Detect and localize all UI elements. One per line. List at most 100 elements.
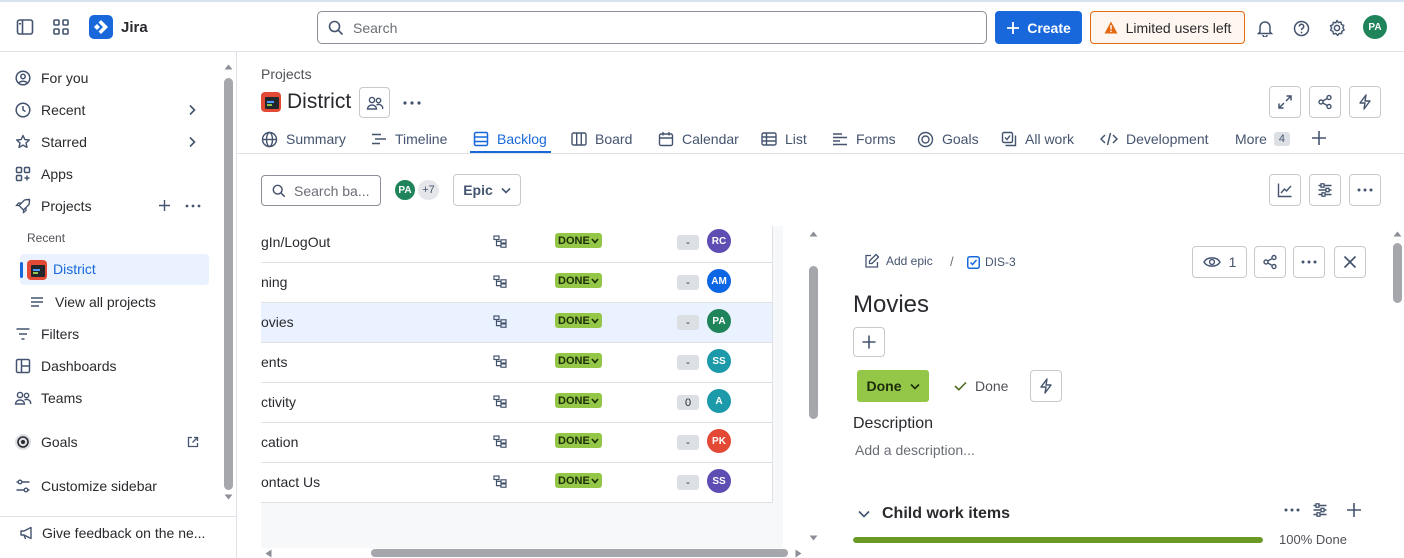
jira-logo[interactable]: Jira — [89, 15, 148, 39]
sidebar-item-dashboards[interactable]: Dashboards — [14, 352, 117, 380]
more-actions-button[interactable] — [1293, 246, 1325, 278]
external-link-icon[interactable] — [187, 436, 199, 448]
table-row[interactable]: ovies DONE - PA — [261, 303, 773, 343]
table-row[interactable]: ctivity DONE 0 A — [261, 383, 773, 423]
detail-scroll-thumb[interactable] — [1393, 243, 1402, 303]
insights-button[interactable] — [1269, 174, 1301, 206]
sidebar-item-district[interactable]: District — [20, 254, 209, 285]
tab-list[interactable]: List — [761, 128, 807, 150]
assignee-avatar[interactable]: SS — [707, 349, 731, 373]
create-button[interactable]: Create — [995, 11, 1082, 44]
estimate-badge[interactable]: - — [677, 435, 699, 450]
tab-all-work[interactable]: All work — [1001, 128, 1074, 150]
work-item-name[interactable]: ents — [261, 354, 287, 370]
estimate-badge[interactable]: - — [677, 355, 699, 370]
sidebar-item-teams[interactable]: Teams — [14, 384, 82, 412]
help-icon[interactable] — [1290, 17, 1312, 39]
work-item-title[interactable]: Movies — [853, 291, 929, 319]
assignee-avatar[interactable]: PK — [707, 429, 731, 453]
fullscreen-button[interactable] — [1269, 86, 1301, 118]
sidebar-toggle-icon[interactable] — [14, 16, 36, 38]
child-items-hierarchy-icon[interactable] — [493, 315, 507, 328]
work-item-name[interactable]: gIn/LogOut — [261, 234, 330, 250]
child-items-hierarchy-icon[interactable] — [493, 435, 507, 448]
work-item-name[interactable]: ovies — [261, 314, 294, 330]
tab-summary[interactable]: Summary — [261, 128, 346, 150]
scroll-right-arrow-icon[interactable] — [795, 549, 802, 558]
scroll-left-arrow-icon[interactable] — [265, 549, 272, 558]
share-button[interactable] — [1309, 86, 1341, 118]
settings-gear-icon[interactable] — [1326, 17, 1348, 39]
child-items-hierarchy-icon[interactable] — [493, 355, 507, 368]
estimate-badge[interactable]: - — [677, 275, 699, 290]
give-feedback-button[interactable]: Give feedback on the ne... — [18, 519, 205, 547]
list-scroll-thumb[interactable] — [809, 266, 818, 419]
add-project-plus-icon[interactable] — [158, 199, 171, 212]
description-field[interactable]: Add a description... — [855, 442, 975, 458]
sidebar-item-apps[interactable]: Apps — [14, 160, 73, 188]
global-search-input[interactable]: Search — [317, 11, 987, 44]
child-items-hierarchy-icon[interactable] — [493, 235, 507, 248]
status-lozenge[interactable]: DONE — [555, 353, 602, 368]
sliders-icon[interactable] — [1312, 502, 1328, 518]
child-items-hierarchy-icon[interactable] — [493, 395, 507, 408]
add-tab-plus-icon[interactable] — [1311, 130, 1327, 146]
sidebar-item-customize[interactable]: Customize sidebar — [14, 472, 157, 500]
sidebar-item-for-you[interactable]: For you — [14, 64, 88, 92]
status-lozenge[interactable]: DONE — [555, 233, 602, 248]
assignee-avatar[interactable]: PA — [707, 309, 731, 333]
table-row[interactable]: gIn/LogOut DONE - RC — [261, 226, 773, 263]
tab-development[interactable]: Development — [1100, 128, 1209, 150]
scroll-down-arrow-icon[interactable] — [809, 535, 818, 541]
status-lozenge[interactable]: DONE — [555, 473, 602, 488]
more-options-icon[interactable] — [185, 204, 201, 208]
tab-timeline[interactable]: Timeline — [371, 128, 447, 150]
table-row[interactable]: ents DONE - SS — [261, 343, 773, 383]
tab-calendar[interactable]: Calendar — [658, 128, 739, 150]
more-backlog-actions-button[interactable] — [1349, 174, 1381, 206]
chevron-right-icon[interactable] — [187, 136, 197, 148]
view-settings-button[interactable] — [1309, 174, 1341, 206]
table-row[interactable]: cation DONE - PK — [261, 423, 773, 463]
tab-backlog[interactable]: Backlog — [473, 128, 547, 150]
estimate-badge[interactable]: 0 — [677, 395, 699, 410]
tab-goals[interactable]: Goals — [917, 128, 979, 150]
sidebar-scrollbar[interactable] — [223, 64, 234, 504]
limited-users-button[interactable]: Limited users left — [1090, 11, 1245, 44]
estimate-badge[interactable]: - — [677, 315, 699, 330]
sidebar-item-goals[interactable]: Goals — [14, 428, 78, 456]
share-button[interactable] — [1254, 246, 1286, 278]
more-actions-icon[interactable] — [403, 101, 421, 105]
sidebar-item-view-all-projects[interactable]: View all projects — [28, 288, 156, 316]
add-child-plus-icon[interactable] — [1346, 502, 1362, 518]
sidebar-scroll-thumb[interactable] — [224, 78, 233, 490]
assignee-avatar[interactable]: SS — [707, 469, 731, 493]
assignee-avatar[interactable]: RC — [707, 229, 731, 253]
app-switcher-icon[interactable] — [50, 16, 72, 38]
child-items-hierarchy-icon[interactable] — [493, 475, 507, 488]
work-item-name[interactable]: ning — [261, 274, 287, 290]
more-options-icon[interactable] — [1284, 508, 1300, 512]
sidebar-item-filters[interactable]: Filters — [14, 320, 79, 348]
chevron-right-icon[interactable] — [187, 104, 197, 116]
breadcrumb-projects[interactable]: Projects — [261, 66, 312, 82]
estimate-badge[interactable]: - — [677, 235, 699, 250]
backlog-search-input[interactable]: Search ba... — [261, 175, 381, 206]
work-item-key-link[interactable]: DIS-3 — [967, 255, 1016, 269]
watch-button[interactable]: 1 — [1192, 246, 1247, 278]
add-button[interactable] — [853, 327, 885, 357]
add-epic-button[interactable]: Add epic — [864, 253, 933, 269]
status-lozenge[interactable]: DONE — [555, 433, 602, 448]
automation-button[interactable] — [1349, 86, 1381, 118]
child-items-hierarchy-icon[interactable] — [493, 275, 507, 288]
status-lozenge[interactable]: DONE — [555, 393, 602, 408]
user-avatar[interactable]: PA — [1363, 15, 1387, 39]
work-item-name[interactable]: ontact Us — [261, 474, 320, 490]
status-lozenge[interactable]: DONE — [555, 313, 602, 328]
table-row[interactable]: ning DONE - AM — [261, 263, 773, 303]
scroll-up-arrow-icon[interactable] — [809, 231, 818, 237]
tab-board[interactable]: Board — [571, 128, 632, 150]
team-people-button[interactable] — [359, 87, 390, 118]
scroll-up-arrow-icon[interactable] — [1393, 231, 1402, 237]
automation-button[interactable] — [1030, 370, 1062, 402]
